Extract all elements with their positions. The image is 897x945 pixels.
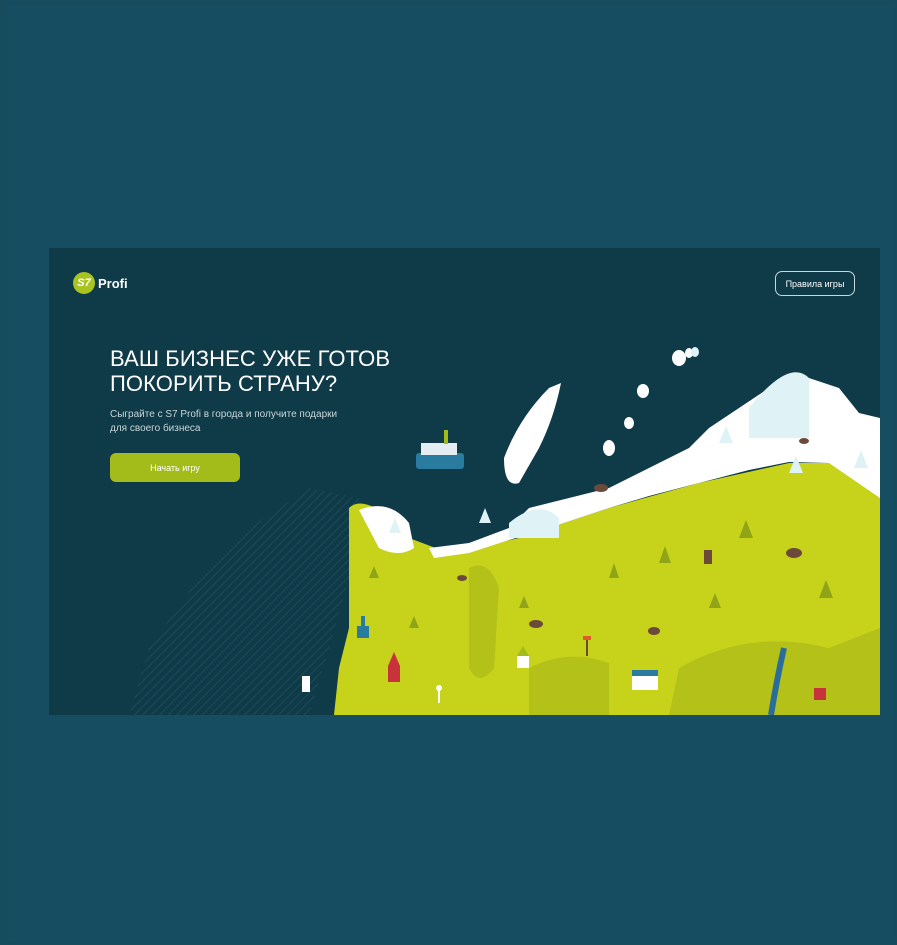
- s7-profi-logo[interactable]: S7 Profi: [73, 272, 128, 294]
- headline-line: ВАШ БИЗНЕС УЖЕ ГОТОВ: [110, 346, 391, 371]
- hatched-shadow: [129, 488, 359, 715]
- snow-island: [691, 347, 699, 357]
- start-game-button[interactable]: Начать игру: [110, 453, 240, 482]
- theater-icon: [632, 670, 658, 690]
- snow-island: [603, 440, 615, 456]
- animal-icon: [786, 548, 802, 558]
- lighthouse-icon: [302, 676, 310, 692]
- hero-subtitle: Сыграйте с S7 Profi в города и получите …: [110, 408, 370, 436]
- land-patch: [529, 656, 609, 715]
- page-title: ВАШ БИЗНЕС УЖЕ ГОТОВ ПОКОРИТЬ СТРАНУ?: [110, 346, 390, 396]
- s7-logo-icon: S7: [73, 272, 95, 294]
- headline-line: ПОКОРИТЬ СТРАНУ?: [110, 371, 338, 396]
- subtitle-line: Сыграйте с S7 Profi в города и получите …: [110, 409, 338, 420]
- rules-button[interactable]: Правила игры: [775, 271, 855, 296]
- ice-hill: [749, 372, 809, 438]
- hero-banner: S7 Profi Правила игры ВАШ БИЗНЕС УЖЕ ГОТ…: [49, 248, 880, 715]
- snow-island: [504, 383, 561, 484]
- logo-text: Profi: [98, 275, 128, 291]
- animal-icon: [799, 438, 809, 444]
- snow-island: [624, 417, 634, 429]
- animal-icon: [594, 484, 608, 492]
- snow-island: [672, 350, 686, 366]
- page-frame: S7 Profi Правила игры ВАШ БИЗНЕС УЖЕ ГОТ…: [9, 6, 893, 942]
- subtitle-line: для своего бизнеса: [110, 423, 201, 434]
- monument-icon: [704, 550, 712, 564]
- animal-icon: [457, 575, 467, 581]
- tree-icon: [479, 508, 491, 523]
- ice-hill: [509, 509, 559, 538]
- gate-icon: [814, 688, 826, 700]
- ship-icon: [416, 430, 464, 469]
- animal-icon: [648, 627, 660, 635]
- animal-icon: [529, 620, 543, 628]
- snow-island: [637, 384, 649, 398]
